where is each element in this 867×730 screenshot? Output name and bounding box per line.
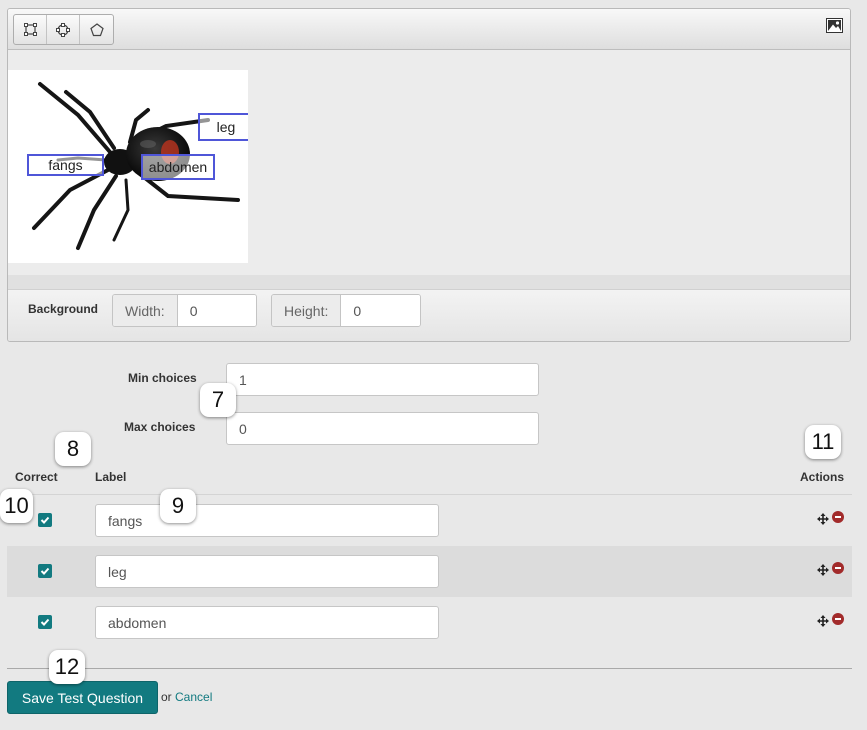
checkmark-icon [40,567,50,575]
remove-icon[interactable] [832,562,844,574]
max-choices-input[interactable] [226,412,539,445]
choice-label-input[interactable] [95,555,439,588]
circle-icon [56,22,70,37]
correct-column-header: Correct [15,470,58,484]
polygon-icon [89,22,104,36]
hotspot-canvas[interactable]: leg fangs abdomen [8,50,850,275]
min-choices-label: Min choices [128,371,197,385]
rectangle-icon [23,23,37,36]
min-choices-input[interactable] [226,363,539,396]
max-choices-label: Max choices [124,420,196,434]
shape-tool-group [13,14,114,45]
hotspot-label: fangs [48,157,83,173]
callout-12: 12 [49,650,85,684]
hotspot-label: abdomen [148,159,208,175]
save-test-question-button[interactable]: Save Test Question [7,681,158,714]
width-input[interactable] [177,295,256,326]
polygon-tool-button[interactable] [80,15,113,44]
width-addon-label: Width: [113,295,178,326]
move-icon[interactable] [817,564,829,576]
hotspot-fangs[interactable]: fangs [27,154,104,176]
hotspot-editor-panel: leg fangs abdomen Background Width: Heig… [7,8,851,342]
or-text: or [161,690,172,704]
actions-column-header: Actions [800,470,845,484]
rectangle-tool-button[interactable] [14,15,47,44]
move-icon[interactable] [817,513,829,525]
remove-icon[interactable] [832,613,844,625]
circle-tool-button[interactable] [47,15,80,44]
table-row [7,495,852,546]
image-icon[interactable] [826,18,843,33]
label-column-header: Label [95,470,127,484]
move-icon[interactable] [817,615,829,627]
checkmark-icon [40,618,50,626]
height-input[interactable] [341,295,420,326]
hotspot-abdomen[interactable]: abdomen [141,154,215,180]
callout-11: 11 [805,425,841,459]
checkmark-icon [40,516,50,524]
shape-toolbar [8,9,850,50]
callout-9: 9 [160,489,196,523]
width-input-group: Width: [112,294,257,327]
remove-icon[interactable] [832,511,844,523]
height-addon-label: Height: [272,295,342,326]
background-settings: Background Width: Height: [8,290,850,341]
correct-checkbox[interactable] [38,615,52,629]
callout-8: 8 [55,432,91,466]
background-label: Background [28,302,99,316]
footer-divider [7,668,852,669]
height-input-group: Height: [271,294,421,327]
hotspot-leg[interactable]: leg [198,113,248,141]
callout-7: 7 [200,383,236,417]
correct-checkbox[interactable] [38,513,52,527]
choice-label-input[interactable] [95,504,439,537]
callout-10: 10 [0,489,33,523]
cancel-link[interactable]: Cancel [175,690,212,704]
correct-checkbox[interactable] [38,564,52,578]
hotspot-label: leg [216,119,236,135]
spider-image: leg fangs abdomen [8,70,248,263]
choice-label-input[interactable] [95,606,439,639]
table-row [7,546,852,597]
table-row [7,597,852,648]
canvas-resize-strip [8,275,850,290]
